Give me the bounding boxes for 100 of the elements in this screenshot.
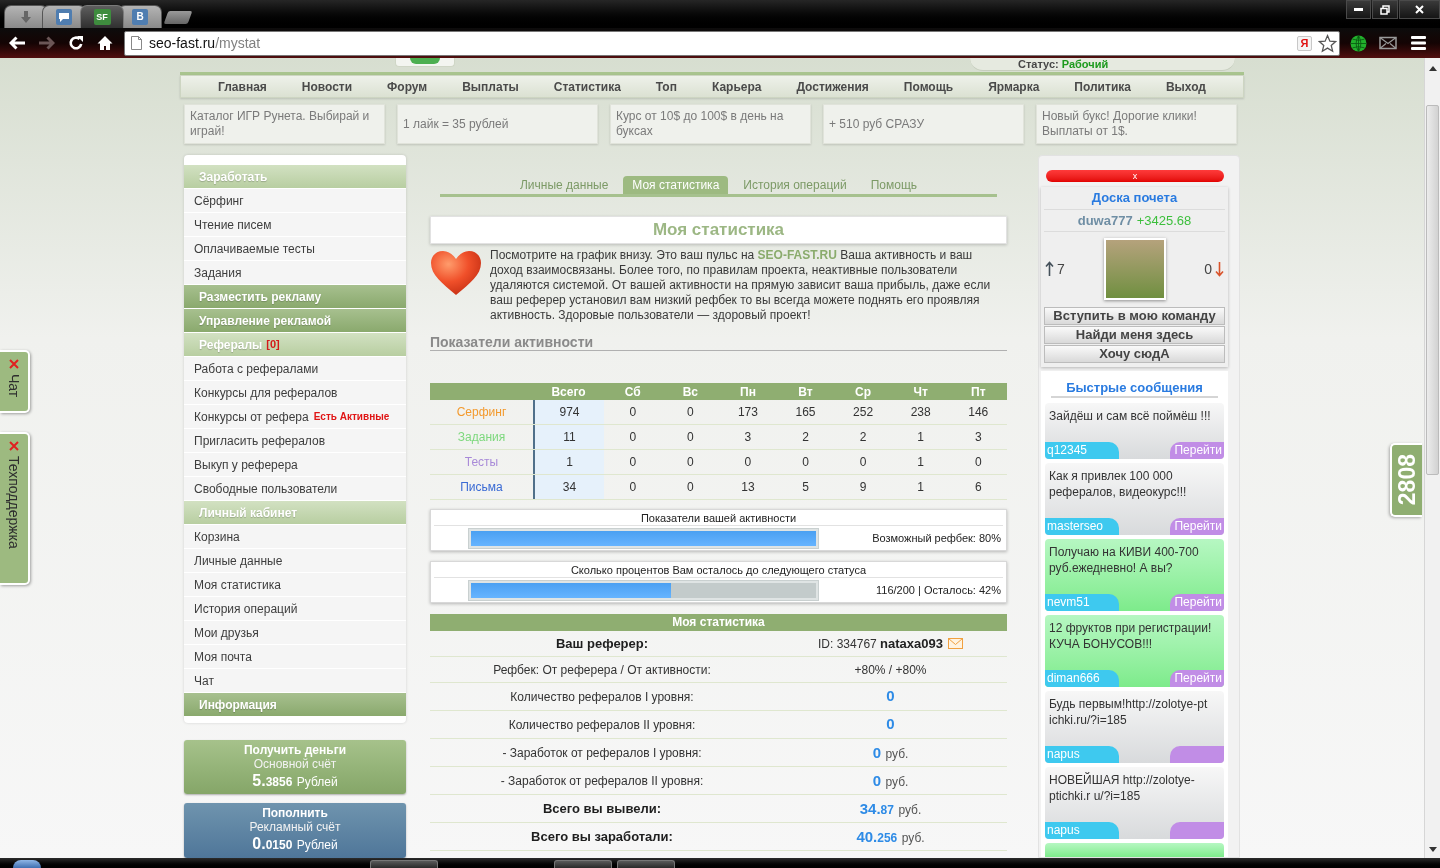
amount-value: 0 руб. [872,742,909,763]
sidebar-link[interactable]: Чтение писем [184,213,406,237]
nav-link[interactable]: Выплаты [462,79,519,94]
table-cell: 1 [533,450,604,474]
meter-title: Сколько процентов Вам осталось до следующего статуса [570,563,867,577]
table-cell-text: 238 [909,404,932,421]
table-cell-text: 0 [686,404,695,421]
nav-link[interactable]: Статистика [553,79,621,94]
sidebar-link[interactable]: Работа с рефералами [184,357,406,381]
forward-arrow-icon [38,36,55,50]
nav-link[interactable]: Главная [218,79,267,94]
stat-value: ID: 334767 nataxa093 [818,634,943,653]
reload-icon [67,35,84,51]
sidebar-link[interactable]: Чат [184,669,406,693]
start-button[interactable] [13,860,41,868]
vote-count: 0 [1204,259,1212,279]
side-tab[interactable]: Чат [0,350,30,413]
taskbar-button[interactable] [370,860,438,868]
column-header: Вт [797,383,814,400]
table-cell-text: 0 [628,404,638,421]
table-cell-text: 2 [858,429,868,446]
message-text: Зайдёш и сам всё поймёш !!! [1049,409,1211,423]
sidebar-link[interactable]: Моя статистика [184,573,406,597]
sidebar-link[interactable]: Пригласить рефералов [184,429,406,453]
message-text: 12 фруктов при регистрации! КУЧА БОНУСОВ!!! [1049,621,1212,651]
nav-link[interactable]: Ярмарка [988,79,1040,94]
sidebar-link[interactable]: Конкурсы для рефералов [184,381,406,405]
nav-link[interactable]: Выход [1165,79,1206,94]
stat-label: Количество рефералов II уровня: [508,716,696,734]
table-cell-text: 1 [916,454,925,471]
home-icon [96,35,113,51]
close-button[interactable] [1399,0,1440,19]
sidebar-link[interactable]: Моя почта [184,645,406,669]
column-header: Сб [623,383,642,400]
amount-value: 0 руб. [872,770,909,791]
nav-link[interactable]: Топ [655,79,677,94]
table-cell-text: 3 [973,429,983,446]
side-tab[interactable]: Техподдержка [0,432,30,585]
profile-button[interactable]: Хочу сюдА [1044,345,1225,363]
scrollbar-thumb[interactable] [1426,105,1439,475]
table-cell-text: 0 [973,454,983,471]
top-up-button[interactable]: Пополнить Рекламный счёт 0.0150 Рублей [184,803,406,858]
sidebar-link[interactable]: Корзина [184,525,406,549]
sidebar-section-header[interactable]: Рефералы [0] [184,333,406,357]
browser-tab[interactable]: SF [80,5,124,28]
table-cell-text: 0 [743,454,753,471]
scroll-down-icon[interactable] [1428,847,1437,852]
nav-link[interactable]: Карьера [711,79,762,94]
close-icon [9,441,19,451]
sidebar-link[interactable]: Выкуп у реферера [184,453,406,477]
close-bar[interactable]: x [1046,170,1224,182]
sidebar-link[interactable]: Задания [184,261,406,285]
row-label: Задания [456,429,507,446]
sidebar-link[interactable]: Сёрфинг [184,189,406,213]
column-header: Вс [681,383,700,400]
arrow-down-icon [1215,261,1224,277]
minimize-button[interactable] [1346,0,1371,19]
sidebar-link[interactable]: Свободные пользователи [184,477,406,501]
profile-button[interactable]: Вступить в мою команду [1044,307,1225,325]
ad-link[interactable]: Каталог ИГР Рунета. Выбирай и играй! [184,104,385,144]
sidebar-link[interactable]: Личные данные [184,549,406,573]
menu-icon [1410,36,1426,50]
nav-link[interactable]: Помощь [903,79,954,94]
ad-link[interactable]: 1 лайк = 35 рублей [397,104,598,144]
sidebar-link[interactable]: Мои друзья [184,621,406,645]
table-cell: 11 [533,425,604,449]
table-cell-text: 0 [686,429,695,446]
username: duwa777 [1077,211,1133,230]
table-cell-text: 13 [740,479,756,496]
nav-link[interactable]: Форум [387,79,428,94]
taskbar-button[interactable] [554,860,612,868]
nav-link[interactable]: Политика [1074,79,1131,94]
intro-text: Посмотрите на график внизу. Это ваш пульс на SEO-FAST.RU Ваша активность и ваш доход взаимосвязаны. Более того, по правилам проекта, неактивные пользователи удаляются системой. От вашей активности на прямую зависит ваша прибыль, даже если ваш реферер установил вам низкий рефбек то вы всегда можете поднять его проявляя активность. Здоровые пользователи — здоровый проект! [490,248,992,323]
table-title: Моя статистика [430,614,1007,631]
amount-value: 40.256 руб. [856,826,925,847]
ad-link[interactable]: Курс от 10$ до 100$ в день на буксах [610,104,811,144]
scroll-up-icon[interactable] [1428,66,1437,71]
favicon: B [132,9,148,25]
messages-title: Быстрые сообщения [1066,381,1203,395]
ad-link[interactable]: Новый букс! Дорогие клики! Выплаты от 1$. [1036,104,1237,144]
count-label: [0] [266,337,280,353]
vote-count: 7 [1057,259,1065,279]
taskbar-button[interactable] [617,860,675,868]
sidebar-link[interactable]: Оплачиваемые тесты [184,237,406,261]
nav-link[interactable]: Новости [301,79,353,94]
address-bar[interactable]: seo-fast.ru/mystat Я [124,30,1340,56]
bookmark-star-icon[interactable] [1318,33,1337,53]
table-cell: 974 [533,400,604,424]
restore-button[interactable] [1372,0,1398,19]
extension-button[interactable]: Я [1297,35,1312,51]
nav-link[interactable]: Достижения [796,79,869,94]
sidebar-link[interactable]: Конкурсы от рефера Есть Активные [184,405,406,429]
profile-button[interactable]: Найди меня здесь [1044,326,1225,344]
section-title: Показатели активности [430,334,594,350]
new-tab-button[interactable] [163,11,193,24]
sidebar-link[interactable]: История операций [184,597,406,621]
ad-link[interactable]: + 510 руб СРАЗУ [823,104,1024,144]
table-cell-text: 0 [686,454,695,471]
stat-label: - Заработок от рефералов II уровня: [500,772,704,790]
honor-board-link[interactable]: Доска почета [1091,188,1178,208]
